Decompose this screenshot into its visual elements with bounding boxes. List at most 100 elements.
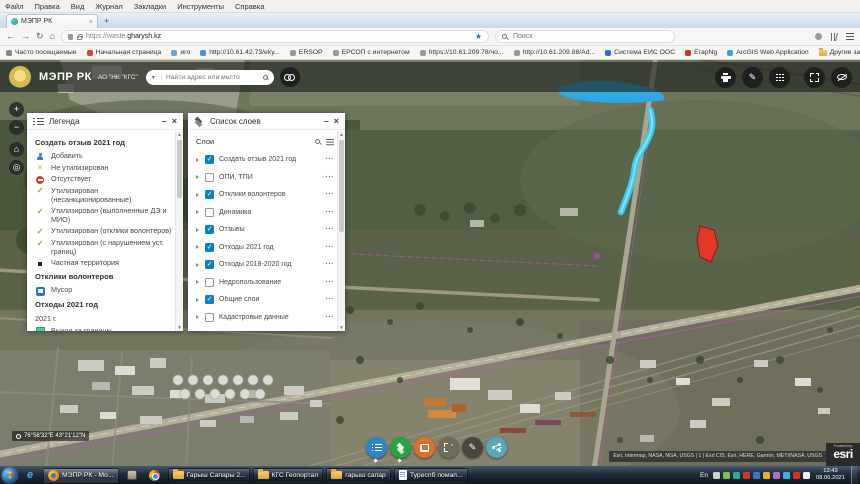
bookmark-item[interactable]: ЕРСОП с интернетом — [333, 49, 410, 56]
layer-menu-icon[interactable]: ··· — [326, 244, 335, 251]
menu-item[interactable]: Вид — [71, 2, 85, 11]
fullscreen-button[interactable] — [804, 67, 825, 88]
widget-extent[interactable] — [438, 437, 459, 458]
taskbar-window-wordpad[interactable]: Туреспб помап... — [394, 468, 468, 483]
widget-button-share[interactable] — [486, 437, 507, 458]
layer-menu-icon[interactable]: ··· — [326, 226, 335, 233]
widget-layer-list[interactable] — [390, 437, 411, 458]
apps-button[interactable] — [769, 67, 790, 88]
layer-row[interactable]: Кадастровые данные··· — [196, 309, 334, 327]
tray-icon[interactable] — [773, 472, 780, 479]
bookmark-item[interactable]: ERSOP — [290, 49, 323, 56]
tray-icon[interactable] — [733, 472, 740, 479]
layer-menu-icon[interactable]: ··· — [326, 174, 335, 181]
expand-arrow-icon[interactable] — [196, 210, 200, 214]
tray-icon[interactable] — [743, 472, 750, 479]
geo-search-icon[interactable] — [263, 75, 268, 80]
expand-arrow-icon[interactable] — [196, 280, 200, 284]
library-icon[interactable] — [830, 33, 838, 41]
layer-row[interactable]: Отходы 2021 год··· — [196, 239, 334, 257]
layer-row[interactable]: Динамика··· — [196, 204, 334, 222]
menu-item[interactable]: Журнал — [95, 2, 122, 11]
widget-share[interactable] — [486, 437, 507, 458]
locate-button[interactable]: ◎ — [9, 160, 24, 175]
minimize-icon[interactable]: – — [324, 117, 329, 126]
layer-checkbox[interactable] — [205, 243, 214, 252]
scroll-thumb[interactable] — [339, 140, 344, 232]
layer-menu-icon[interactable]: ··· — [326, 279, 335, 286]
layer-checkbox[interactable] — [205, 278, 214, 287]
tray-icon[interactable] — [713, 472, 720, 479]
home-extent-button[interactable]: ⌂ — [9, 142, 24, 157]
menu-icon[interactable] — [846, 36, 854, 37]
bookmark-item[interactable]: Система ЕИС ООС — [605, 49, 675, 56]
forward-icon[interactable]: → — [21, 32, 30, 41]
legend-panel-header[interactable]: Легенда – × — [27, 113, 183, 130]
new-tab-button[interactable]: + — [104, 16, 109, 26]
layer-checkbox[interactable] — [205, 225, 214, 234]
expand-arrow-icon[interactable] — [196, 228, 200, 232]
layer-checkbox[interactable] — [205, 155, 214, 164]
layer-search-icon[interactable] — [315, 139, 320, 144]
print-button[interactable] — [715, 67, 736, 88]
language-indicator[interactable]: En — [700, 472, 708, 479]
menu-item[interactable]: Закладки — [134, 2, 166, 11]
layer-menu-icon[interactable]: ··· — [326, 261, 335, 268]
tray-icon[interactable] — [753, 472, 760, 479]
bookmark-item[interactable]: Часто посещаемые — [6, 49, 77, 56]
expand-arrow-icon[interactable] — [196, 263, 200, 267]
hide-ui-button[interactable] — [831, 67, 852, 88]
bookmark-item[interactable]: ArcGIS Web Application — [727, 49, 808, 56]
layer-menu-icon[interactable]: ··· — [326, 209, 335, 216]
share-link-button[interactable] — [280, 67, 300, 87]
taskbar-window-folder[interactable]: гарыш сапар — [326, 468, 391, 483]
widget-draw[interactable] — [462, 437, 483, 458]
close-icon[interactable]: × — [172, 117, 177, 126]
zoom-out-button[interactable]: − — [9, 120, 24, 135]
bookmark-item[interactable]: Начальная страница — [87, 49, 162, 56]
expand-arrow-icon[interactable] — [196, 298, 200, 302]
expand-arrow-icon[interactable] — [196, 175, 200, 179]
zoom-in-button[interactable]: + — [9, 102, 24, 117]
bookmark-item[interactable]: http://10.61.209.88/Ad... — [514, 49, 596, 56]
bookmark-star-icon[interactable]: ★ — [475, 32, 482, 41]
widget-button-layer-list[interactable] — [390, 437, 411, 458]
taskbar-window-firefox[interactable]: МЭПР РК - Mo... — [43, 468, 119, 483]
layer-row[interactable]: Отклики волонтеров··· — [196, 186, 334, 204]
tray-icon[interactable] — [763, 472, 770, 479]
layer-menu-icon[interactable]: ··· — [326, 314, 335, 321]
layer-menu-icon[interactable]: ··· — [326, 296, 335, 303]
menu-item[interactable]: Файл — [5, 2, 23, 11]
edit-button[interactable] — [742, 67, 763, 88]
geo-search-bar[interactable]: ▾ — [146, 70, 274, 85]
layers-scrollbar[interactable]: ▲ ▼ — [337, 131, 345, 331]
geo-search-input[interactable] — [162, 74, 263, 81]
widget-legend[interactable] — [366, 437, 387, 458]
widget-button-basemap-gallery[interactable] — [414, 437, 435, 458]
layer-row[interactable]: Отходы 2018-2020 год··· — [196, 256, 334, 274]
filter-icon[interactable] — [326, 139, 334, 140]
legend-scrollbar[interactable]: ▲ ▼ — [175, 131, 183, 331]
scroll-thumb[interactable] — [177, 140, 182, 198]
taskbar-window-folder[interactable]: Гарыш Сапары 2... — [168, 468, 250, 483]
close-icon[interactable]: × — [334, 117, 339, 126]
menu-item[interactable]: Инструменты — [177, 2, 224, 11]
crosshair-icon[interactable] — [16, 434, 21, 439]
browser-tab[interactable]: МЭПР РК × — [6, 14, 98, 28]
layer-list-header[interactable]: Список слоев – × — [188, 113, 345, 130]
tab-close-icon[interactable]: × — [89, 17, 93, 26]
layer-row[interactable]: Создать отзыв 2021 год··· — [196, 151, 334, 169]
taskbar-icon-app[interactable] — [122, 467, 142, 483]
expand-arrow-icon[interactable] — [196, 245, 200, 249]
scroll-up-icon[interactable]: ▲ — [176, 132, 183, 137]
expand-arrow-icon[interactable] — [196, 158, 200, 162]
home-icon[interactable]: ⌂ — [50, 32, 55, 41]
layer-row[interactable]: Отзывы··· — [196, 221, 334, 239]
tray-icon[interactable] — [723, 472, 730, 479]
reload-icon[interactable]: ↻ — [36, 32, 44, 41]
chevron-down-icon[interactable]: ▾ — [146, 74, 162, 81]
menu-item[interactable]: Справка — [235, 2, 264, 11]
scroll-down-icon[interactable]: ▼ — [176, 325, 183, 330]
layer-menu-icon[interactable]: ··· — [326, 156, 335, 163]
widget-basemap-gallery[interactable] — [414, 437, 435, 458]
